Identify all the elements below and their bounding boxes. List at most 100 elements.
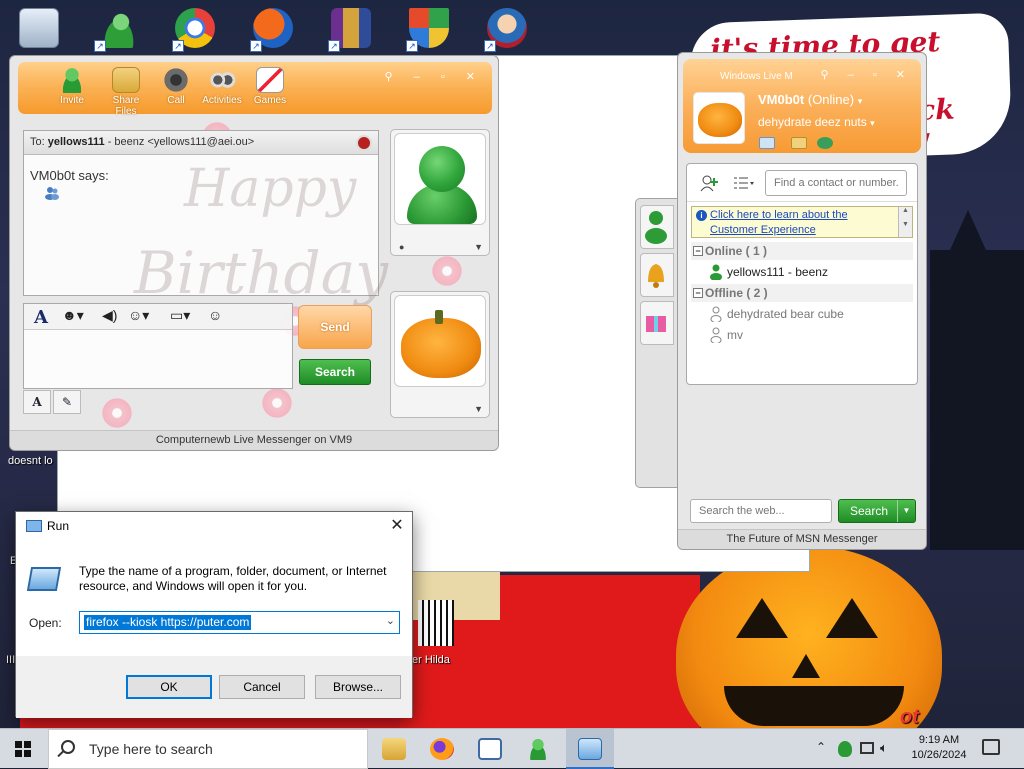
handwriting-tab[interactable]: ✎	[53, 390, 81, 414]
quick-icons	[759, 137, 833, 151]
open-combobox[interactable]: firefox --kiosk https://puter.com ⌄	[79, 611, 400, 634]
conversation-area[interactable]: To: yellows111 - beenz <yellows111@aei.o…	[23, 130, 388, 307]
desktop-label-doesnt[interactable]: doesnt lo	[8, 455, 53, 467]
windows-security-icon[interactable]: ↗	[406, 6, 452, 52]
chevron-down-icon[interactable]: ▼	[897, 500, 915, 522]
group-offline[interactable]: − Offline ( 2 )	[691, 284, 913, 302]
chevron-down-icon[interactable]: ▼	[474, 242, 483, 252]
games-label: Games	[253, 95, 287, 106]
msn-messenger-icon[interactable]: ↗	[94, 6, 140, 52]
game-character-icon[interactable]: ↗	[484, 6, 530, 52]
chevron-up-icon[interactable]: ⌃	[816, 740, 826, 754]
chevron-down-icon[interactable]: ▼	[474, 404, 483, 414]
find-contact-input[interactable]	[765, 170, 907, 196]
search-button[interactable]: Search	[299, 359, 371, 385]
nudge-icon[interactable]: ☺	[208, 307, 222, 327]
pp-icon[interactable]: ↗	[250, 6, 296, 52]
open-value[interactable]: firefox --kiosk https://puter.com	[84, 615, 252, 630]
font-icon[interactable]: A	[34, 307, 48, 328]
mail-icon[interactable]	[759, 137, 775, 149]
spaces-icon[interactable]	[817, 137, 833, 149]
my-name: VM0b0t	[758, 92, 805, 107]
sender-says: VM0b0t says:	[30, 168, 109, 183]
window-controls[interactable]: ⚲ ‒ ▫ ✕	[385, 70, 484, 83]
web-search-input[interactable]	[690, 499, 832, 523]
winrar-icon[interactable]: ↗	[328, 6, 374, 52]
alerts-tab[interactable]	[640, 253, 674, 297]
browse-button[interactable]: Browse...	[315, 675, 401, 699]
desktop-label-i[interactable]: III	[6, 654, 15, 666]
recycle-bin-icon[interactable]	[16, 6, 62, 52]
window-controls[interactable]: ⚲ ‒ ▫ ✕	[821, 68, 913, 81]
run-dialog[interactable]: Run ✕ Type the name of a program, folder…	[15, 511, 413, 718]
folder-icon[interactable]	[791, 137, 807, 149]
pixel-dog-icon[interactable]	[418, 600, 454, 646]
file-explorer-icon[interactable]	[370, 729, 418, 769]
info-scroll[interactable]: ▲ ▼	[898, 207, 912, 237]
contact-name: mv	[727, 328, 743, 342]
desktop-label-hilda[interactable]: er Hilda	[412, 654, 450, 666]
personal-message-text: dehydrate deez nuts	[758, 115, 867, 129]
contact-list: i Click here to learn about the Customer…	[686, 163, 918, 385]
cancel-button[interactable]: Cancel	[219, 675, 305, 699]
msn-messenger-icon[interactable]	[514, 729, 562, 769]
msn-tray-icon[interactable]	[838, 741, 852, 757]
emoticon-icon[interactable]: ☻▾	[62, 307, 84, 327]
contact-item[interactable]: dehydrated bear cube	[707, 305, 844, 323]
activities-icon	[208, 67, 236, 93]
background-icon[interactable]: ▭▾	[170, 307, 190, 327]
chrome-icon[interactable]: ↗	[172, 6, 218, 52]
clock-time: 9:19 AM	[918, 734, 960, 746]
personal-message[interactable]: dehydrate deez nuts ▾	[758, 115, 875, 129]
ok-button[interactable]: OK	[126, 675, 212, 699]
chat-window[interactable]: Invite Share Files Call Activities Games…	[9, 55, 499, 451]
run-icon[interactable]	[566, 729, 614, 769]
contact-item[interactable]: yellows111 - beenz	[707, 263, 828, 281]
run-title-bar[interactable]: Run ✕	[16, 512, 412, 542]
notifications-icon[interactable]	[982, 739, 1000, 755]
close-icon[interactable]: ✕	[382, 512, 412, 540]
wink-icon[interactable]: ☺▾	[128, 307, 149, 327]
customer-experience-link[interactable]: Click here to learn about the Customer E…	[710, 208, 890, 238]
web-search-button[interactable]: Search ▼	[838, 499, 916, 523]
voice-clip-icon[interactable]: ◀)	[102, 307, 117, 327]
taskbar: Type here to search ⌃ 🔈︎ 9:19 AM 10/26/2…	[0, 728, 1024, 769]
to-name[interactable]: yellows111	[48, 136, 105, 148]
clock[interactable]: 9:19 AM 10/26/2024	[902, 733, 976, 763]
taskbar-search[interactable]: Type here to search	[48, 729, 368, 769]
network-icon[interactable]	[860, 742, 874, 754]
contact-list-status-bar: The Future of MSN Messenger	[678, 529, 926, 549]
activities-button[interactable]: Activities	[198, 67, 246, 106]
my-name-row[interactable]: VM0b0t (Online) ▾	[758, 92, 862, 107]
send-button[interactable]: Send	[298, 305, 372, 349]
windows-logo-icon	[15, 741, 31, 757]
contacts-tab[interactable]	[640, 205, 674, 249]
block-icon[interactable]	[356, 135, 372, 151]
view-options-icon[interactable]	[733, 176, 755, 190]
my-avatar[interactable]	[693, 92, 745, 144]
group-online[interactable]: − Online ( 1 )	[691, 242, 913, 260]
gifts-tab[interactable]	[640, 301, 674, 345]
pumpkin-avatar	[394, 295, 486, 387]
my-display-picture[interactable]: ▼	[390, 291, 490, 418]
to-address: - beenz <yellows111@aei.ou>	[104, 136, 255, 148]
compose-area[interactable]: A ☻▾ ◀) ☺▾ ▭▾ ☺	[23, 303, 293, 389]
offline-buddy-icon	[710, 306, 722, 322]
contact-sidebar	[635, 198, 681, 488]
add-contact-icon[interactable]	[699, 174, 719, 192]
start-button[interactable]	[0, 729, 48, 769]
firefox-icon[interactable]	[418, 729, 466, 769]
games-button[interactable]: Games	[246, 67, 294, 106]
window-app-icon[interactable]	[466, 729, 514, 769]
contact-display-picture[interactable]: ● ▼	[390, 129, 490, 256]
contact-item[interactable]: mv	[707, 326, 743, 344]
volume-icon[interactable]: 🔈︎	[880, 740, 888, 756]
invite-button[interactable]: Invite	[48, 67, 96, 106]
share-files-button[interactable]: Share Files	[102, 67, 150, 117]
chevron-down-icon[interactable]: ⌄	[386, 614, 395, 627]
call-button[interactable]: Call	[152, 67, 200, 106]
contact-list-window[interactable]: Windows Live M ⚲ ‒ ▫ ✕ VM0b0t (Online) ▾…	[677, 52, 927, 550]
online-buddy-icon	[710, 264, 722, 280]
haunted-house	[930, 210, 1024, 550]
text-tab[interactable]: A	[23, 390, 51, 414]
